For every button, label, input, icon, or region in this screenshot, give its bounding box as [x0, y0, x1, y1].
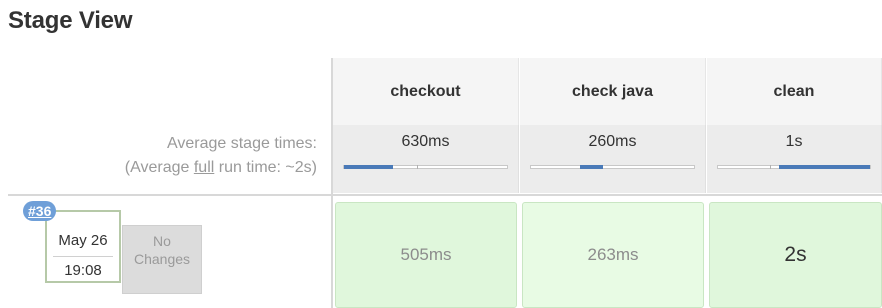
build-run-legend: #36 May 26 19:08 No Changes — [8, 196, 331, 308]
progress-tick — [769, 165, 771, 169]
stage-header-clean[interactable]: clean — [707, 58, 882, 125]
stage-header-checkout[interactable]: checkout — [333, 58, 519, 125]
stage-duration: 263ms — [587, 245, 639, 264]
stage-average-time: 1s — [785, 133, 803, 150]
stage-column-checkout: checkout 630ms — [333, 58, 519, 193]
stage-header-check-java[interactable]: check java — [520, 58, 706, 125]
full-run-time-link[interactable]: full — [194, 159, 214, 176]
stage-cell-clean[interactable]: 2s — [709, 202, 882, 308]
legend-header — [8, 58, 331, 125]
stage-average-progress-bar — [717, 165, 871, 169]
stage-duration: 2s — [784, 243, 807, 266]
stage-average-time: 260ms — [588, 133, 637, 150]
stage-average-progress-bar — [530, 165, 695, 169]
date-separator — [53, 256, 113, 257]
stage-column-check-java: check java 260ms — [520, 58, 706, 193]
stage-average-checkout: 630ms — [333, 125, 519, 193]
build-time: 19:08 — [64, 262, 102, 279]
page-title: Stage View — [8, 7, 133, 34]
stage-cell-checkout[interactable]: 505ms — [335, 202, 517, 308]
build-date-box[interactable]: May 26 19:08 — [45, 210, 121, 283]
changes-box[interactable]: No Changes — [122, 225, 202, 294]
build-date: May 26 — [58, 232, 108, 249]
average-run-time-label: (Average full run time: ~2s) — [124, 159, 317, 176]
average-stage-times-legend: Average stage times: (Average full run t… — [8, 125, 331, 193]
stage-average-clean: 1s — [707, 125, 882, 193]
changes-line-1: No — [153, 233, 171, 249]
stage-average-check-java: 260ms — [520, 125, 706, 193]
progress-fill — [579, 165, 603, 169]
stage-average-time: 630ms — [401, 133, 450, 150]
stage-view-table: Average stage times: (Average full run t… — [8, 58, 882, 308]
build-number-badge[interactable]: #36 — [23, 201, 57, 221]
progress-fill — [344, 165, 393, 169]
changes-line-2: Changes — [133, 251, 191, 267]
average-stage-times-label: Average stage times: — [166, 135, 317, 152]
progress-fill — [778, 165, 870, 169]
stage-average-progress-bar — [343, 165, 508, 169]
build-run-row: #36 May 26 19:08 No Changes 505ms 263ms … — [8, 196, 882, 308]
stage-duration: 505ms — [400, 245, 452, 264]
stage-cell-check-java[interactable]: 263ms — [522, 202, 704, 308]
stage-column-clean: clean 1s — [707, 58, 882, 193]
progress-tick — [417, 165, 419, 169]
